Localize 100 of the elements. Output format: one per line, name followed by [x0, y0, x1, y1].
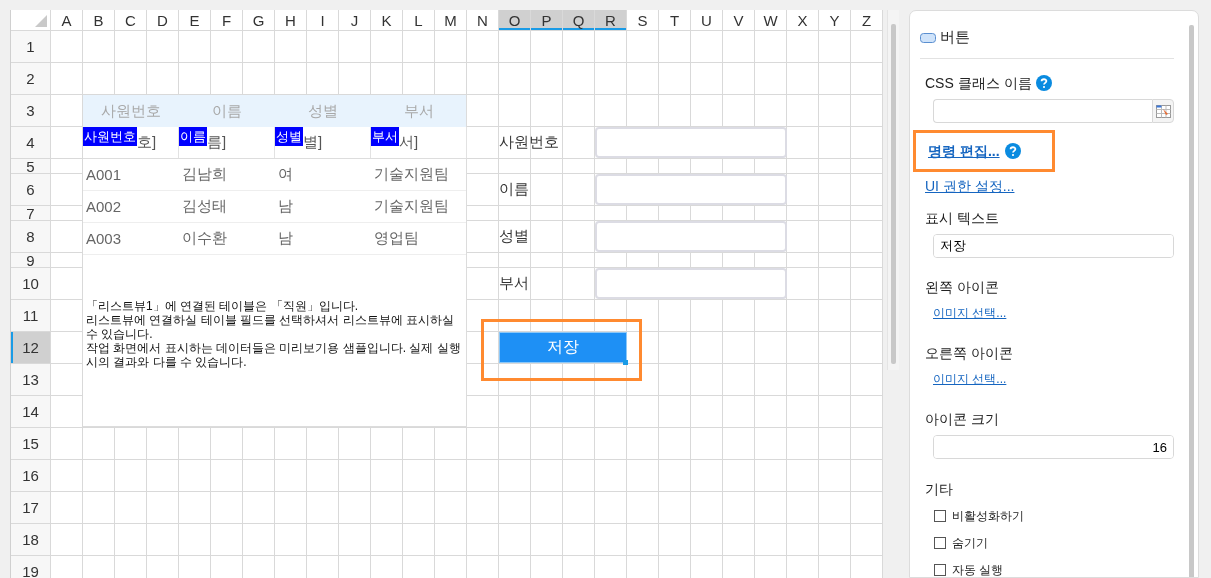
column-header[interactable]: N: [467, 10, 499, 31]
row-header[interactable]: 11: [11, 300, 51, 332]
field-placeholder: 서]: [399, 132, 419, 152]
row-header[interactable]: 4: [11, 127, 51, 159]
row-header[interactable]: 5: [11, 159, 51, 174]
row-header[interactable]: 1: [11, 31, 51, 63]
table-cell-text: 기술지원팀: [373, 164, 450, 184]
field-label: 사원번호: [499, 133, 560, 152]
property-label: 표시 텍스트: [925, 210, 1000, 226]
row-header[interactable]: 8: [11, 221, 51, 253]
checkbox-label: 비활성화하기: [952, 508, 1024, 524]
table-cell-text: 남: [277, 228, 294, 248]
link[interactable]: UI 권한 설정...: [925, 178, 1015, 194]
input-field[interactable]: [595, 268, 787, 299]
row-header[interactable]: 10: [11, 268, 51, 300]
row-header[interactable]: 2: [11, 63, 51, 95]
field-placeholder: 호]: [137, 132, 157, 152]
column-header[interactable]: L: [403, 10, 435, 31]
resize-handle[interactable]: [623, 360, 628, 365]
table-cell-text: 여: [277, 164, 294, 184]
column-header: 성별: [307, 100, 339, 121]
input-field[interactable]: [595, 221, 787, 252]
scrollbar[interactable]: [1189, 25, 1194, 577]
column-header: 사원번호: [100, 100, 162, 121]
checkbox[interactable]: [934, 537, 946, 549]
column-header[interactable]: M: [435, 10, 467, 31]
column-header[interactable]: K: [371, 10, 403, 31]
checkbox[interactable]: [934, 564, 946, 576]
column-header[interactable]: D: [147, 10, 179, 31]
table-cell-text: A003: [85, 229, 123, 249]
row-header[interactable]: 7: [11, 206, 51, 221]
button-icon: [920, 32, 936, 43]
column-header[interactable]: U: [691, 10, 723, 31]
link[interactable]: 이미지 선택...: [933, 306, 1007, 321]
row-header[interactable]: 6: [11, 174, 51, 206]
input-field[interactable]: [595, 174, 787, 205]
column-header[interactable]: V: [723, 10, 755, 31]
column-header[interactable]: Z: [851, 10, 883, 31]
column-header[interactable]: O: [499, 10, 531, 31]
table-cell-text: 영업팀: [373, 228, 420, 248]
row-header[interactable]: 14: [11, 396, 51, 428]
column-header[interactable]: W: [755, 10, 787, 31]
picker-button[interactable]: [1152, 99, 1174, 123]
column-header[interactable]: P: [531, 10, 563, 31]
row-header[interactable]: 19: [11, 556, 51, 578]
select-all-icon[interactable]: [35, 15, 47, 27]
input-field[interactable]: 저장: [933, 234, 1174, 258]
table-cell-text: 기술지원팀: [373, 196, 450, 216]
column-header[interactable]: I: [307, 10, 339, 31]
table-cell-text: 남: [277, 196, 294, 216]
checkbox-label: 숨기기: [952, 535, 988, 551]
column-header[interactable]: F: [211, 10, 243, 31]
help-icon[interactable]: [1004, 143, 1021, 159]
column-header[interactable]: Y: [819, 10, 851, 31]
column-header[interactable]: A: [51, 10, 83, 31]
link[interactable]: 이미지 선택...: [933, 372, 1007, 387]
column-header[interactable]: R: [595, 10, 627, 31]
table-cell-text: 김남희: [181, 164, 228, 184]
input-field[interactable]: 16: [933, 435, 1174, 459]
scrollbar[interactable]: [887, 10, 899, 370]
column-header[interactable]: C: [115, 10, 147, 31]
table-cell-text: 김성태: [181, 196, 228, 216]
link[interactable]: 명령 편집...: [928, 143, 1000, 159]
checkbox[interactable]: [934, 510, 946, 522]
column-header[interactable]: E: [179, 10, 211, 31]
field-tag[interactable]: 성별: [275, 127, 303, 146]
row-header[interactable]: 3: [11, 95, 51, 127]
list-view[interactable]: [83, 95, 467, 427]
row-header[interactable]: 13: [11, 364, 51, 396]
column-header[interactable]: S: [627, 10, 659, 31]
column-header: 이름: [211, 100, 243, 121]
property-label: 왼쪽 아이콘: [925, 279, 1000, 295]
field-tag[interactable]: 부서: [371, 127, 399, 146]
info-text: 「리스트뷰1」에 연결된 테이블은 「직원」입니다. 리스트뷰에 연결하실 테이블 필드를 선택하셔서 리스트뷰에 표시하실 수 있습니다. 작업 화면에서 표시하는 데이터들은 미리보기용 샘플입니다. 실제 실행시의 결과와 다를 수 있습니다.: [86, 299, 462, 369]
field-label: 이름: [499, 180, 530, 199]
column-header[interactable]: X: [787, 10, 819, 31]
property-label: 기타: [925, 481, 954, 497]
field-placeholder: 별]: [303, 132, 323, 152]
column-header[interactable]: T: [659, 10, 691, 31]
column-header[interactable]: G: [243, 10, 275, 31]
column-header[interactable]: Q: [563, 10, 595, 31]
field-tag[interactable]: 사원번호: [83, 127, 137, 146]
input-field[interactable]: [933, 99, 1152, 123]
help-icon[interactable]: [1035, 75, 1052, 91]
checkbox-label: 자동 실행: [952, 562, 1004, 577]
row-header[interactable]: 12: [11, 332, 51, 364]
column-header[interactable]: H: [275, 10, 307, 31]
field-tag[interactable]: 이름: [179, 127, 207, 146]
panel-title: 버튼: [940, 28, 970, 47]
column-header[interactable]: J: [339, 10, 371, 31]
row-header[interactable]: 18: [11, 524, 51, 556]
row-header[interactable]: 15: [11, 428, 51, 460]
row-header[interactable]: 9: [11, 253, 51, 268]
row-header[interactable]: 16: [11, 460, 51, 492]
field-label: 성별: [499, 227, 530, 246]
row-header[interactable]: 17: [11, 492, 51, 524]
field-placeholder: 름]: [207, 132, 227, 152]
property-label: 아이콘 크기: [925, 411, 1000, 427]
input-field[interactable]: [595, 127, 787, 158]
column-header[interactable]: B: [83, 10, 115, 31]
